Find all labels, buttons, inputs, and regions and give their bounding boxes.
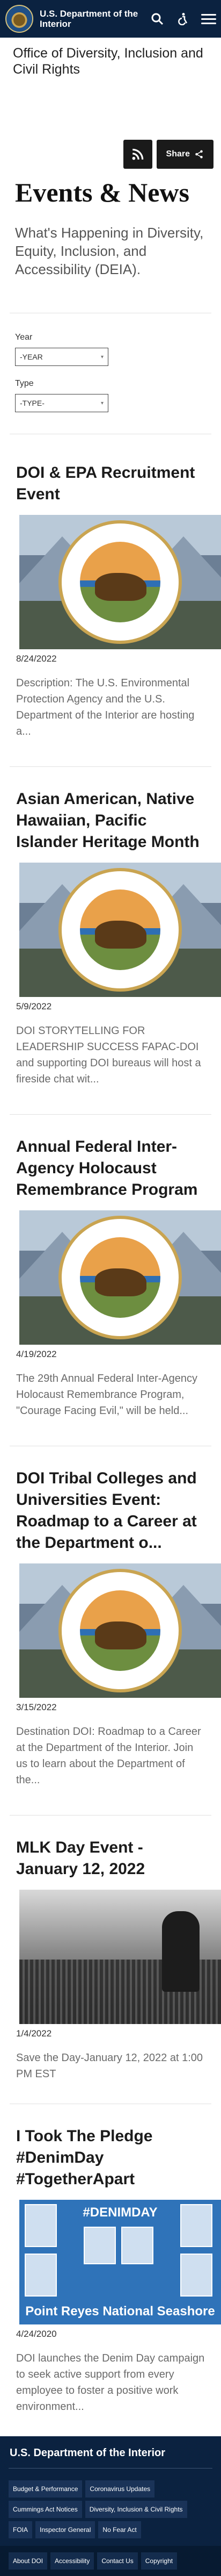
event-title[interactable]: I Took The Pledge #DenimDay #TogetherApa…: [16, 2126, 205, 2190]
site-header: U.S. Department of the Interior: [0, 0, 221, 38]
type-select[interactable]: -TYPE- ▾: [15, 394, 108, 412]
footer-link-no-fear-act[interactable]: No Fear Act: [98, 2521, 141, 2538]
year-filter-label: Year: [15, 333, 33, 342]
divider: [10, 1815, 211, 1816]
footer-link-about[interactable]: About DOI: [9, 2552, 48, 2570]
accessibility-icon[interactable]: [176, 12, 190, 26]
event-description: DOI launches the Denim Day campaign to s…: [16, 2352, 205, 2413]
share-button[interactable]: Share: [156, 140, 213, 169]
denim-image-caption: Point Reyes National Seashore: [25, 2304, 215, 2319]
event-description: The 29th Annual Federal Inter-Agency Hol…: [16, 1373, 197, 1417]
footer-title[interactable]: U.S. Department of the Interior: [10, 2447, 212, 2459]
doi-seal-logo[interactable]: [5, 5, 33, 33]
event-date: 4/19/2022: [16, 1349, 57, 1359]
footer-divider: [9, 2468, 212, 2469]
footer-links: Budget & Performance Coronavirus Updates…: [9, 2480, 212, 2538]
event-title[interactable]: Asian American, Native Hawaiian, Pacific…: [16, 788, 205, 853]
divider: [10, 766, 211, 767]
footer-link-contact[interactable]: Contact Us: [97, 2552, 138, 2570]
doi-seal-image[interactable]: [19, 1210, 221, 1345]
event-card[interactable]: Annual Federal Inter-Agency Holocaust Re…: [0, 1136, 221, 1419]
event-card[interactable]: DOI & EPA Recruitment Event 8/24/2022 De…: [0, 462, 221, 740]
event-title[interactable]: MLK Day Event - January 12, 2022: [16, 1837, 205, 1880]
filters: Year -YEAR ▾ Type -TYPE- ▾: [0, 333, 221, 412]
doi-seal-image[interactable]: [19, 515, 221, 649]
denim-day-image[interactable]: #DENIMDAY Point Reyes National Seashore: [19, 2200, 221, 2324]
office-title: Office of Diversity, Inclusion and Civil…: [13, 46, 203, 77]
type-filter-label: Type: [15, 379, 34, 388]
menu-icon[interactable]: [201, 12, 216, 26]
event-description: Save the Day-January 12, 2022 at 1:00 PM…: [16, 2052, 203, 2080]
event-date: 4/24/2020: [16, 2329, 57, 2339]
year-select-value: -YEAR: [20, 353, 43, 361]
event-date: 3/15/2022: [16, 1702, 57, 1712]
footer-link-foia[interactable]: FOIA: [9, 2521, 33, 2538]
event-date: 1/4/2022: [16, 2028, 52, 2039]
chevron-down-icon: ▾: [100, 354, 104, 360]
event-title[interactable]: DOI & EPA Recruitment Event: [16, 462, 205, 505]
page-subtitle: What's Happening in Diversity, Equity, I…: [15, 225, 204, 277]
search-icon[interactable]: [150, 12, 164, 26]
doi-seal-image[interactable]: [19, 1563, 221, 1698]
footer-link-copyright[interactable]: Copyright: [141, 2552, 178, 2570]
footer-link-inspector-general[interactable]: Inspector General: [35, 2521, 95, 2538]
rss-icon: [132, 148, 143, 160]
share-label: Share: [166, 149, 190, 159]
event-date: 8/24/2022: [16, 654, 57, 664]
event-card[interactable]: Asian American, Native Hawaiian, Pacific…: [0, 788, 221, 1087]
event-description: Destination DOI: Roadmap to a Career at …: [16, 1726, 201, 1786]
type-select-value: -TYPE-: [20, 399, 45, 407]
event-description: Description: The U.S. Environmental Prot…: [16, 677, 195, 737]
event-date: 5/9/2022: [16, 1001, 52, 1011]
event-title[interactable]: DOI Tribal Colleges and Universities Eve…: [16, 1468, 205, 1554]
sub-footer: About DOI Accessibility Contact Us Copyr…: [0, 2546, 221, 2576]
event-card[interactable]: DOI Tribal Colleges and Universities Eve…: [0, 1468, 221, 1788]
page-title: Events & News: [15, 177, 189, 207]
chevron-down-icon: ▾: [100, 400, 104, 406]
footer-link-accessibility[interactable]: Accessibility: [50, 2552, 94, 2570]
footer-link-diversity[interactable]: Diversity, Inclusion & Civil Rights: [85, 2501, 187, 2518]
event-card[interactable]: MLK Day Event - January 12, 2022 1/4/202…: [0, 1837, 221, 2082]
footer-link-budget[interactable]: Budget & Performance: [9, 2480, 83, 2498]
site-brand[interactable]: U.S. Department of the Interior: [40, 9, 142, 29]
event-title[interactable]: Annual Federal Inter-Agency Holocaust Re…: [16, 1136, 205, 1201]
share-icon: [195, 150, 203, 159]
event-card[interactable]: I Took The Pledge #DenimDay #TogetherApa…: [0, 2126, 221, 2415]
divider: [10, 1114, 211, 1115]
footer-link-cummings[interactable]: Cummings Act Notices: [9, 2501, 82, 2518]
event-description: DOI STORYTELLING FOR LEADERSHIP SUCCESS …: [16, 1025, 201, 1085]
mlk-photo[interactable]: [19, 1890, 221, 2024]
site-footer: U.S. Department of the Interior Budget &…: [0, 2436, 221, 2546]
rss-button[interactable]: [123, 140, 152, 169]
doi-seal-image[interactable]: [19, 863, 221, 997]
footer-link-coronavirus[interactable]: Coronavirus Updates: [85, 2480, 155, 2498]
year-select[interactable]: -YEAR ▾: [15, 348, 108, 366]
